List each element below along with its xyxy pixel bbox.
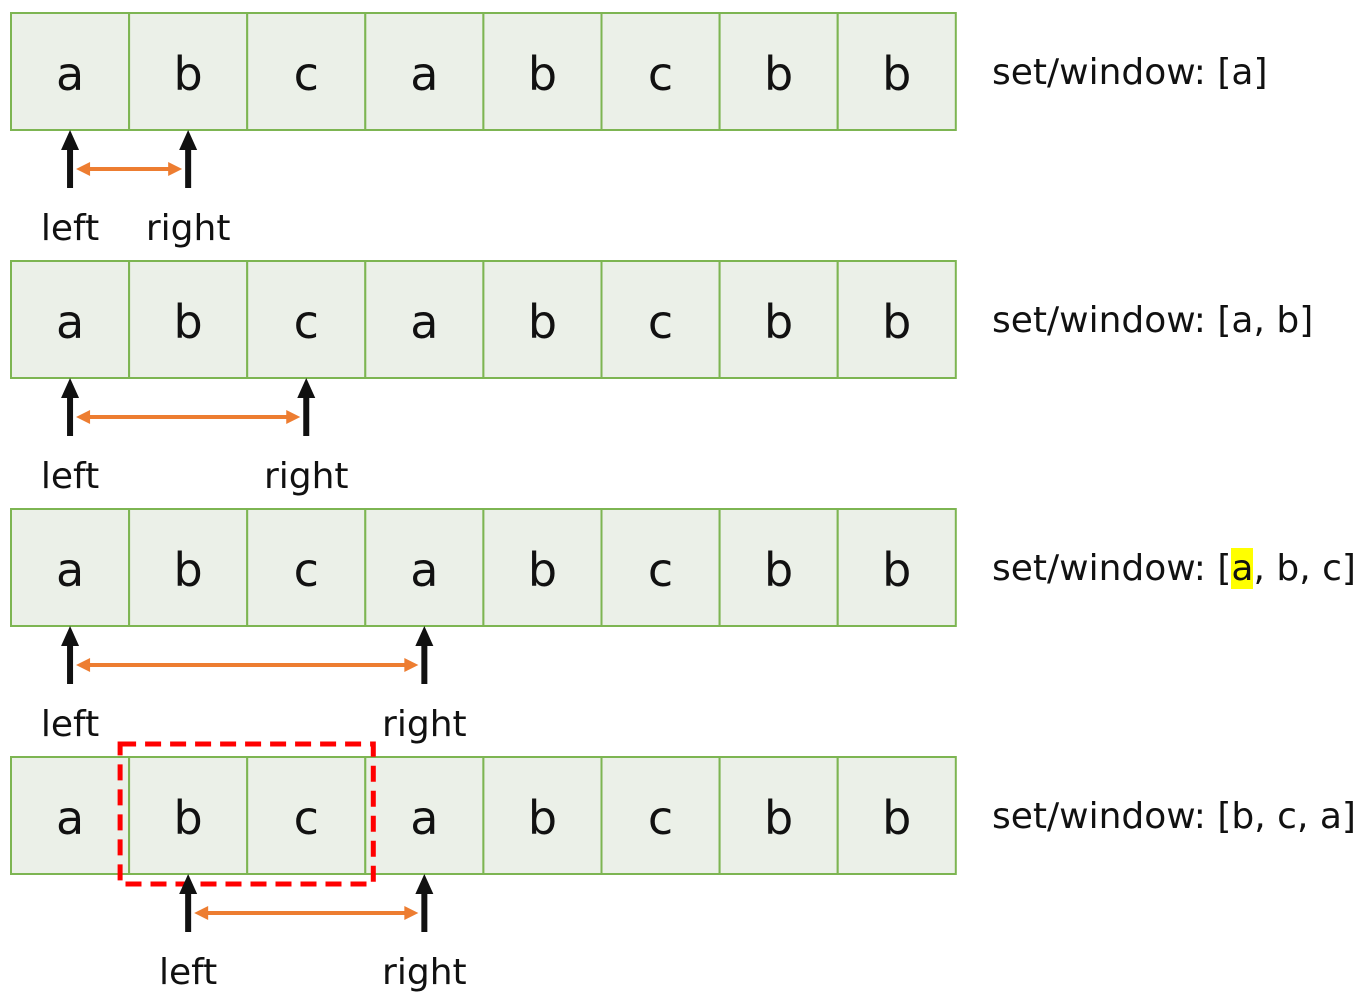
cell-char: b: [882, 47, 911, 101]
cell-char: a: [56, 47, 84, 101]
set-window-text: set/window: [a, b]: [992, 300, 1314, 341]
right-pointer-arrow-icon: [415, 874, 434, 932]
set-window-text: set/window: [a]: [992, 52, 1268, 93]
set-window-text: set/window: [a, b, c]: [992, 548, 1356, 589]
set-item: a: [1319, 796, 1342, 837]
cell-char: b: [882, 543, 911, 597]
right-pointer-label: right: [146, 208, 231, 249]
cell-char: c: [648, 791, 673, 845]
set-item: b: [1276, 300, 1300, 341]
cell-char: b: [174, 791, 203, 845]
window-range-arrow-icon: [76, 658, 419, 672]
cell-char: b: [528, 791, 557, 845]
set-item: a: [1231, 300, 1254, 341]
cell-char: b: [882, 791, 911, 845]
cell-char: b: [174, 47, 203, 101]
cell-char: a: [56, 543, 84, 597]
right-pointer-label: right: [382, 952, 467, 993]
cell-char: b: [882, 295, 911, 349]
cell-char: b: [528, 295, 557, 349]
set-item: a: [1231, 52, 1254, 93]
cell-char: a: [410, 295, 438, 349]
range-head-left: [194, 906, 209, 920]
cell-char: b: [764, 47, 793, 101]
set-label: set/window: [: [992, 300, 1232, 341]
range-head-right: [404, 906, 419, 920]
array-row: abcabcbb: [10, 12, 957, 131]
array-row: abcabcbb: [10, 260, 957, 379]
left-pointer-label: left: [41, 456, 99, 497]
left-pointer-label: left: [41, 704, 99, 745]
right-pointer-arrow-icon: [415, 626, 434, 684]
window-range-arrow-icon: [194, 906, 419, 920]
window-range-arrow-icon: [76, 410, 301, 424]
left-pointer-arrow-icon: [61, 626, 80, 684]
set-item: c: [1322, 548, 1342, 589]
cell-char: a: [410, 543, 438, 597]
set-item: c: [1277, 796, 1297, 837]
cell-char: a: [56, 791, 84, 845]
cell-char: c: [294, 791, 319, 845]
set-item: b: [1276, 548, 1300, 589]
set-item: b: [1231, 796, 1255, 837]
set-label: set/window: [: [992, 52, 1232, 93]
pointer-head: [61, 626, 80, 646]
pointer-head: [179, 130, 198, 150]
array-row: abcabcbb: [10, 756, 957, 875]
cell-char: a: [410, 47, 438, 101]
set-item: a: [1231, 548, 1254, 589]
range-head-right: [286, 410, 301, 424]
cell-char: b: [174, 543, 203, 597]
pointer-head: [61, 130, 80, 150]
pointer-head: [297, 378, 316, 398]
cell-char: a: [56, 295, 84, 349]
right-pointer-arrow-icon: [297, 378, 316, 436]
cell-char: c: [294, 543, 319, 597]
set-label: set/window: [: [992, 548, 1232, 589]
left-pointer-arrow-icon: [61, 130, 80, 188]
sliding-window-diagram: a b c a b c b b left right a b c a b c b b left right a b c a b c…: [10, 12, 957, 993]
pointer-head: [415, 626, 434, 646]
cell-char: c: [648, 47, 673, 101]
left-pointer-arrow-icon: [61, 378, 80, 436]
cell-char: b: [764, 791, 793, 845]
set-label: set/window: [: [992, 796, 1232, 837]
range-head-right: [404, 658, 419, 672]
right-pointer-label: right: [264, 456, 349, 497]
cell-char: b: [528, 543, 557, 597]
cell-char: c: [294, 295, 319, 349]
cell-char: a: [410, 791, 438, 845]
range-head-left: [76, 410, 91, 424]
cell-char: c: [648, 543, 673, 597]
left-pointer-label: left: [41, 208, 99, 249]
range-head-left: [76, 162, 91, 176]
pointer-head: [415, 874, 434, 894]
set-window-text: set/window: [b, c, a]: [992, 796, 1356, 837]
array-row: abcabcbb: [10, 508, 957, 627]
cell-char: b: [528, 47, 557, 101]
pointer-head: [61, 378, 80, 398]
right-pointer-label: right: [382, 704, 467, 745]
cell-char: c: [648, 295, 673, 349]
range-head-left: [76, 658, 91, 672]
window-range-arrow-icon: [76, 162, 183, 176]
cell-char: b: [174, 295, 203, 349]
cell-char: b: [764, 295, 793, 349]
cell-char: c: [294, 47, 319, 101]
range-head-right: [168, 162, 183, 176]
left-pointer-label: left: [159, 952, 217, 993]
right-pointer-arrow-icon: [179, 130, 198, 188]
cell-char: b: [764, 543, 793, 597]
